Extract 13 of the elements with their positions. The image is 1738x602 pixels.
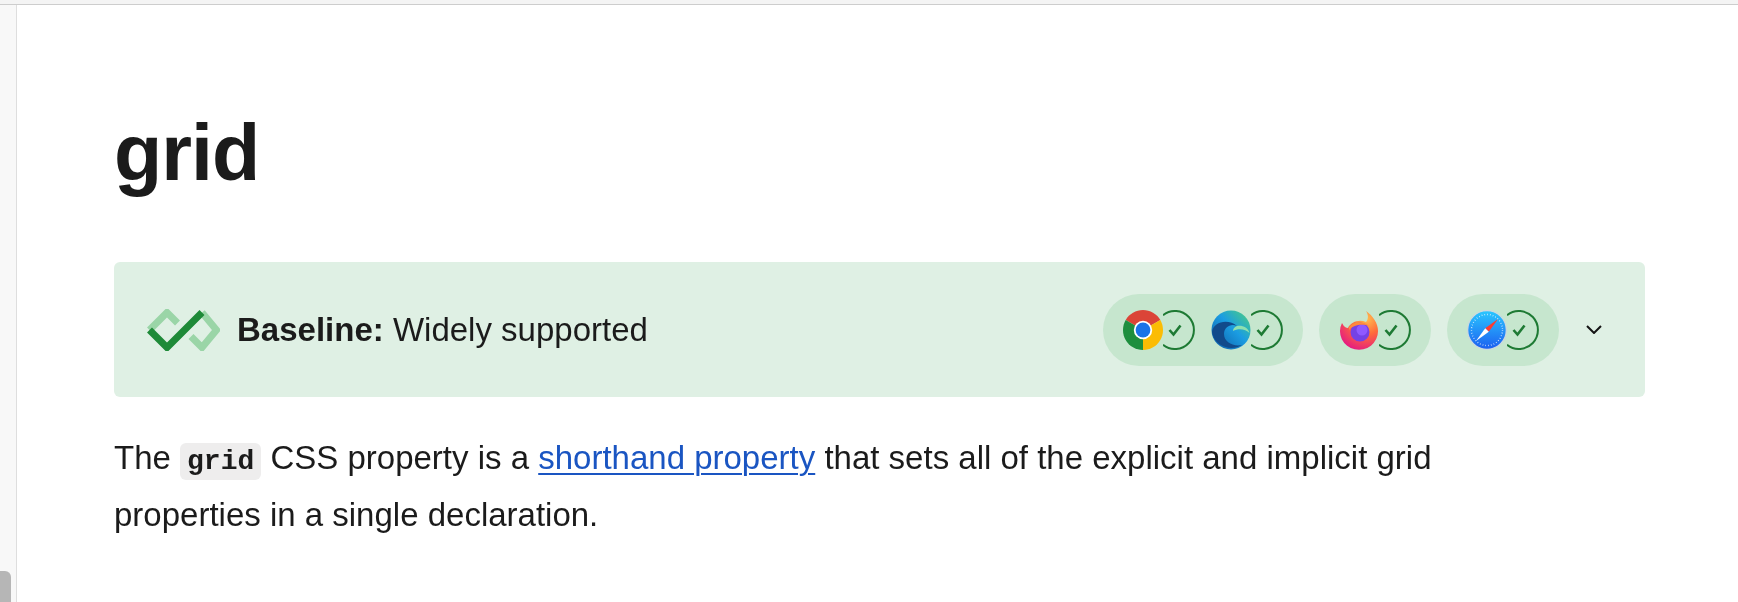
baseline-banner[interactable]: Baseline: Widely supported: [114, 262, 1645, 397]
safari-icon: [1467, 309, 1507, 350]
page-title: grid: [114, 109, 261, 196]
firefox-icon: [1339, 309, 1379, 350]
chevron-down-icon[interactable]: [1586, 325, 1602, 334]
description-paragraph: The grid CSS property is a shorthand property that sets all of the explicit and implicit grid properties in a single declaration.: [114, 438, 1433, 535]
baseline-logo-icon: [146, 308, 220, 351]
edge-icon: [1211, 309, 1251, 350]
baseline-status-text: Baseline: Widely supported: [237, 310, 648, 349]
scrollbar-thumb[interactable]: [0, 571, 11, 602]
shorthand-property-link[interactable]: shorthand property: [538, 439, 816, 476]
inline-code: grid: [180, 443, 262, 480]
chrome-icon: [1123, 309, 1163, 350]
